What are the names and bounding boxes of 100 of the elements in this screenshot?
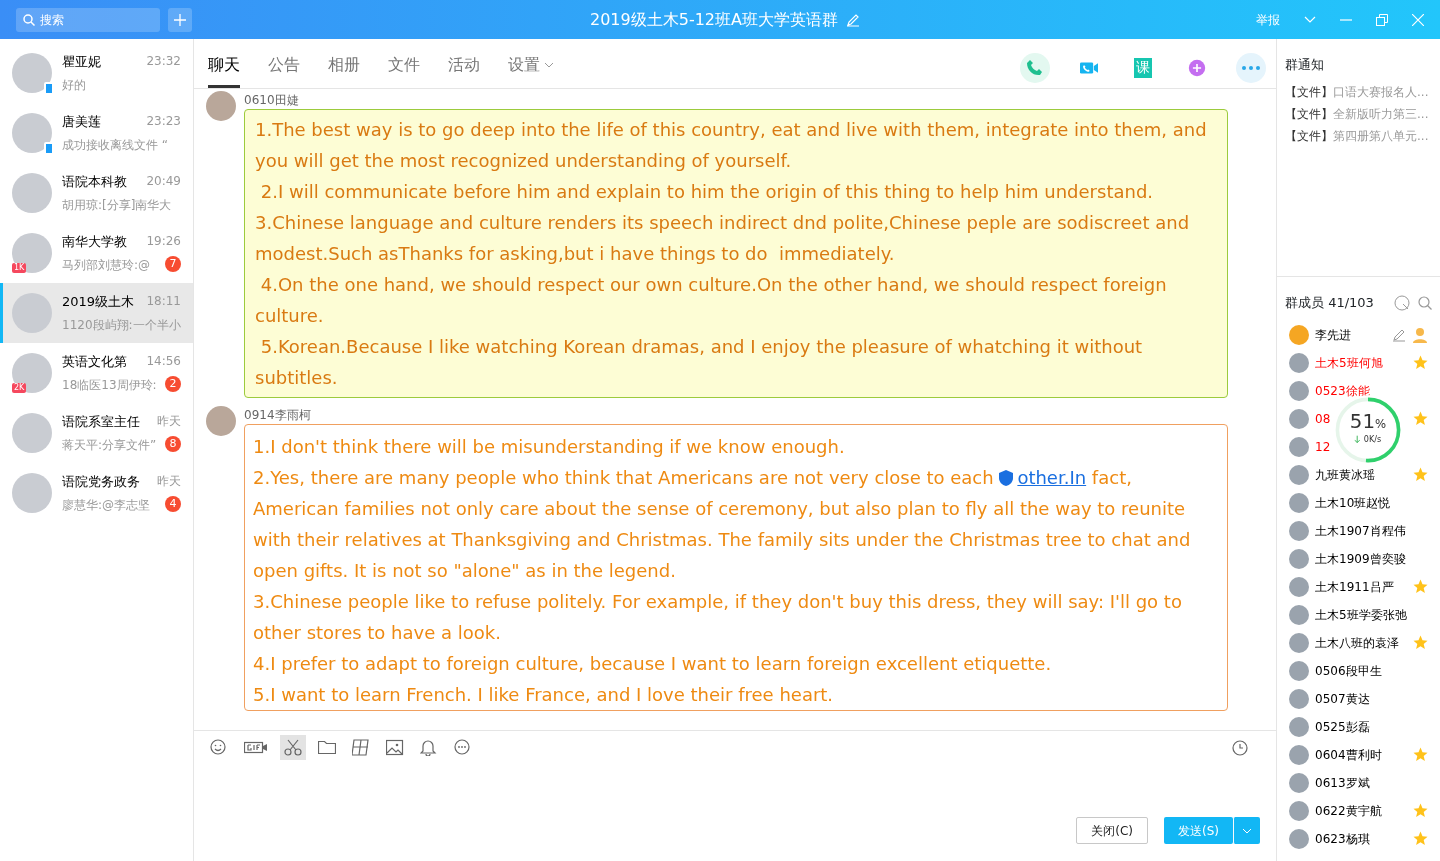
phone-icon (1026, 58, 1044, 77)
member-avatar (1289, 436, 1309, 457)
member-avatar (1289, 828, 1309, 849)
notice-tag: 【文件】 (1285, 104, 1333, 123)
member-name: 土木10班赵悦 (1315, 494, 1391, 512)
member-name: 08 (1315, 410, 1331, 428)
member-avatar (1289, 520, 1309, 541)
notice-text[interactable]: 口语大赛报名人... (1333, 82, 1429, 101)
contact-name: 瞿亚妮 (62, 53, 101, 72)
member-name: 0623杨琪 (1315, 830, 1370, 848)
notice-text[interactable]: 全新版听力第三... (1333, 104, 1429, 123)
more-circle-icon[interactable] (454, 739, 472, 756)
search-icon[interactable] (1418, 295, 1432, 310)
shield-icon (999, 470, 1014, 486)
pencil-icon[interactable] (1392, 327, 1406, 342)
member-name: 0507黄达 (1315, 690, 1370, 708)
tab[interactable]: 相册 (328, 53, 360, 88)
contact-item[interactable]: 语院系室主任 昨天 蒋天平:分享文件” 8 (0, 403, 193, 463)
member-name: 土木1909曾奕骏 (1315, 550, 1406, 568)
message-time: 19:26 (146, 233, 181, 251)
member-avatar (1289, 632, 1309, 653)
member-name: 土木5班何旭 (1315, 354, 1383, 372)
tab[interactable]: 设置 (508, 53, 554, 88)
message-paragraph: 5.Korean.Because I like watching Korean dramas, and I enjoy the pleasure of whatching it without subtitles. (255, 335, 1144, 390)
sender-name: 0610田婕 (244, 92, 300, 109)
member-avatar (1289, 464, 1309, 485)
contact-item[interactable]: 瞿亚妮 23:32 好的 (0, 43, 193, 103)
member-avatar (1289, 688, 1309, 709)
class-label: 课 (1134, 57, 1152, 78)
link[interactable]: other.In (1017, 467, 1087, 488)
member-name: 0613罗斌 (1315, 774, 1370, 792)
message-time: 20:49 (146, 173, 181, 191)
caret-icon (1242, 827, 1252, 834)
contact-item[interactable]: 1K 南华大学教 19:26 马列部刘慧玲:@ 7 (0, 223, 193, 283)
sender-avatar (206, 91, 236, 121)
member-name: 土木5班学委张弛 (1315, 606, 1407, 624)
member-avatar (1289, 660, 1309, 681)
message-paragraph: 5.I want to learn French. I like France, and I love their free heart. (253, 683, 835, 707)
plus-icon (174, 12, 186, 27)
level-tag: 1K (12, 263, 27, 273)
add-button[interactable] (168, 7, 192, 32)
member-avatar (1289, 352, 1309, 373)
chevron-down-icon[interactable] (1304, 15, 1316, 24)
message-preview: 成功接收离线文件 “ (62, 136, 169, 154)
window-title: 2019级土木5-12班A班大学英语群 (590, 8, 838, 31)
tab[interactable]: 公告 (268, 53, 300, 88)
message-paragraph: 4.On the one hand, we should respect our own culture.On the other hand, we should respect foreign culture. (255, 273, 1168, 328)
call-button[interactable] (1020, 52, 1050, 83)
tab[interactable]: 聊天 (208, 53, 240, 88)
close-icon[interactable] (1412, 13, 1424, 26)
message-time: 14:56 (146, 353, 181, 371)
message-paragraph: 4.I prefer to adapt to foreign culture, because I want to learn foreign excellent etiquette. (253, 652, 1053, 676)
contact-item[interactable]: 唐美莲 23:23 成功接收离线文件 “ (0, 103, 193, 163)
member-avatar (1289, 772, 1309, 793)
unread-count: 8 (165, 435, 181, 452)
notice-text[interactable]: 第四册第八单元... (1333, 126, 1429, 145)
message-preview: 好的 (62, 76, 86, 94)
level-tag: 2K (12, 383, 27, 393)
restore-icon[interactable] (1376, 13, 1388, 26)
clock-icon[interactable] (1232, 739, 1248, 756)
screenshot-icon[interactable] (352, 739, 370, 756)
members-title: 群成员 41/103 (1285, 294, 1374, 312)
message-preview: 1120段屿翔:一个半小 (62, 316, 181, 334)
message-time: 昨天 (157, 413, 181, 431)
download-rate: 0K/s (1363, 433, 1382, 446)
notice-title: 群通知 (1285, 57, 1324, 72)
emoji-icon[interactable] (210, 739, 228, 756)
contact-item[interactable]: 语院党务政务 昨天 廖慧华:@李志坚 4 (0, 463, 193, 523)
message-preview: 18临医13周伊玲: (62, 376, 157, 394)
member-avatar (1289, 324, 1309, 345)
bell-icon[interactable] (420, 739, 438, 756)
avatar-photo (12, 293, 52, 333)
member-avatar (1289, 548, 1309, 569)
message-time: 昨天 (157, 473, 181, 491)
close-button[interactable]: 关闭(C) (1076, 817, 1148, 844)
contact-item[interactable]: 2K 英语文化第 14:56 18临医13周伊玲: 2 (0, 343, 193, 403)
contact-item[interactable]: 语院本科教 20:49 胡用琼:[分享]南华大 (0, 163, 193, 223)
message-time: 23:23 (146, 113, 181, 131)
message-preview: 蒋天平:分享文件” (62, 436, 157, 454)
notice-tag: 【文件】 (1285, 126, 1333, 145)
member-avatar (1289, 576, 1309, 597)
member-name: 0622黄宇航 (1315, 802, 1382, 820)
edit-icon[interactable] (846, 12, 860, 27)
member-name: 土木八班的袁泽 (1315, 634, 1399, 652)
image-icon[interactable] (386, 739, 404, 756)
sender-name: 0914李雨柯 (244, 407, 312, 424)
send-options-button[interactable] (1233, 817, 1260, 844)
sender-avatar (206, 406, 236, 436)
percent-sign: % (1375, 417, 1387, 431)
gif-icon[interactable] (244, 739, 268, 756)
message-paragraph: 3.Chinese people like to refuse politely. For example, if they don't buy this dress, they will say: I'll go to other stores to have a look. (253, 590, 1183, 645)
message-paragraph: 1.The best way is to go deep into the life of this country, eat and live with them, integrate into them, and you will get the most recognized understanding of yourself. (255, 118, 1208, 173)
contact-name: 语院系室主任 (62, 413, 140, 432)
more-button[interactable] (1236, 52, 1266, 83)
unread-count: 4 (165, 495, 181, 512)
search-icon (23, 13, 35, 26)
folder-icon[interactable] (318, 739, 336, 756)
tab[interactable]: 文件 (388, 53, 420, 88)
contact-item[interactable]: 2019级土木 18:11 1120段屿翔:一个半小 (0, 283, 193, 343)
tab[interactable]: 活动 (448, 53, 480, 88)
